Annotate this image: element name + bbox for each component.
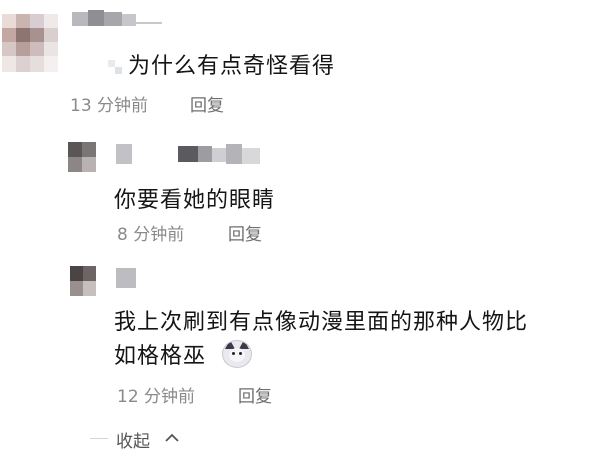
reply-button[interactable]: 回复 [190,91,224,116]
comment-timestamp: 13 分钟前 [70,96,149,116]
cat-face-emoji [222,340,252,368]
username[interactable] [116,144,266,166]
username-badge [108,60,122,74]
reply-text-line-2: 如格格巫 [114,344,207,369]
reply-item: 你要看她的眼睛 8 分钟前 回复 [0,130,596,250]
comment-item: 为什么有点奇怪看得 13 分钟前 回复 [0,0,596,118]
reply-button[interactable]: 回复 [238,382,272,407]
collapse-replies[interactable]: 收起 [60,426,260,452]
avatar[interactable] [68,142,96,172]
username[interactable] [116,268,136,288]
chevron-up-icon[interactable] [164,430,180,444]
reply-text-line-1: 我上次刷到有点像动漫里面的那种人物比 [114,310,529,335]
reply-timestamp: 12 分钟前 [117,387,196,407]
collapse-button[interactable]: 收起 [116,427,150,452]
avatar[interactable] [2,14,58,72]
username[interactable] [72,10,162,28]
reply-item: 我上次刷到有点像动漫里面的那种人物比 如格格巫 12 分钟前 回复 [0,256,596,407]
reply-button[interactable]: 回复 [228,220,262,245]
avatar[interactable] [70,266,96,296]
reply-text: 你要看她的眼睛 [114,188,276,213]
comment-text: 为什么有点奇怪看得 [128,54,336,79]
collapse-divider [90,438,108,439]
reply-timestamp: 8 分钟前 [117,225,185,245]
